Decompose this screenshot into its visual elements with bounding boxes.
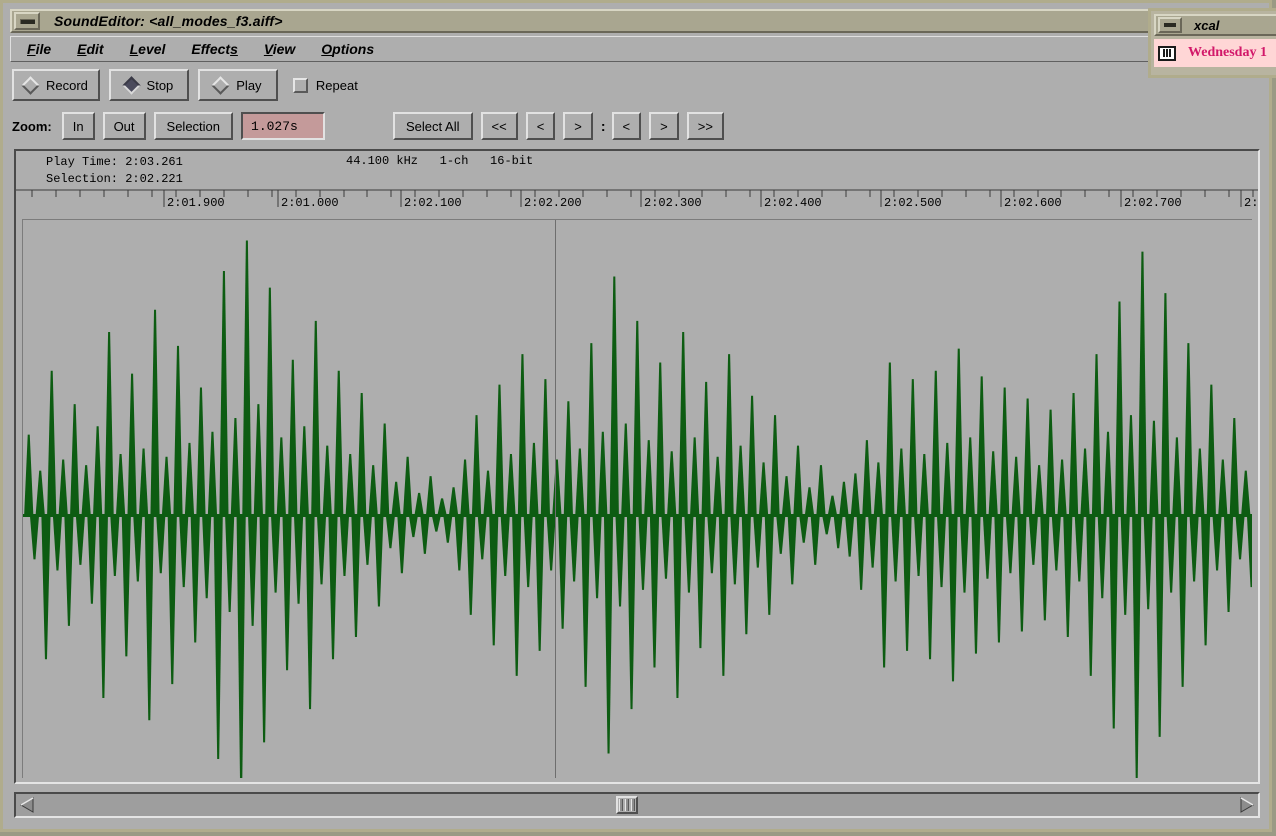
menu-edit[interactable]: Edit [67,39,113,59]
time-ruler[interactable]: 2:01.900 2:01.000 2:02.100 2:02.200 2:02.300… [16,189,1258,219]
info-times: Play Time: 2:03.261 Selection: 2:02.221 [46,154,183,188]
scroll-right-arrow[interactable] [1238,796,1256,814]
sample-rate-value: 44.100 kHz [346,154,419,168]
sel-forward-button[interactable]: > [649,112,679,140]
svg-text:2:01.000: 2:01.000 [281,196,339,210]
record-diamond-icon [21,75,40,95]
calendar-bar [1163,49,1165,57]
zoom-out-button[interactable]: Out [102,112,146,140]
menu-level[interactable]: Level [120,39,176,59]
zoom-label: Zoom: [12,118,52,134]
minimize-dash-icon [1164,23,1176,27]
menu-file-rest: ile [35,41,52,57]
menu-file[interactable]: File [17,39,61,59]
xcal-window: xcal Wednesday 1 [1148,8,1276,78]
svg-text:2:02.400: 2:02.400 [764,196,822,210]
svg-text:2:02.200: 2:02.200 [524,196,582,210]
minimize-dash-icon [19,18,35,24]
checkbox-icon [292,77,308,93]
xcal-date-text: Wednesday 1 [1188,45,1267,60]
svg-text:2:02.: 2:02. [1244,196,1258,210]
menu-options[interactable]: Options [311,39,384,59]
zoom-toolbar: Zoom: In Out Selection 1.027s Select All… [12,107,732,145]
play-time-value: 2:03.261 [125,155,183,169]
waveform-view[interactable] [22,219,1252,778]
calendar-bar [1166,49,1168,57]
nav-separator: : [600,118,606,134]
xcal-window-menu-button[interactable] [1158,17,1182,33]
time-ruler-graphic: 2:01.900 2:01.000 2:02.100 2:02.200 2:02.300… [16,189,1258,210]
svg-text:2:02.700: 2:02.700 [1124,196,1182,210]
svg-text:2:02.300: 2:02.300 [644,196,702,210]
svg-text:2:01.900: 2:01.900 [167,196,225,210]
zoom-value-field[interactable]: 1.027s [241,112,326,140]
zoom-in-button[interactable]: In [61,112,95,140]
svg-text:2:02.100: 2:02.100 [404,196,462,210]
bit-depth-value: 16-bit [490,154,534,168]
horizontal-scrollbar[interactable] [14,792,1260,818]
desktop-root: SoundEditor: <all_modes_f3.aiff> File Ed… [0,0,1276,836]
play-button[interactable]: Play [197,69,278,101]
play-time-label: Play Time: [46,155,119,169]
titlebar: SoundEditor: <all_modes_f3.aiff> [10,9,1262,33]
selection-value: 2:02.221 [125,172,183,186]
calendar-icon [1158,45,1176,61]
menu-effects[interactable]: Effects [181,39,247,59]
triangle-right-icon [1240,797,1254,813]
menu-view[interactable]: View [254,39,305,59]
stop-button-label: Stop [146,77,174,93]
record-button[interactable]: Record [12,69,100,101]
xcal-title: xcal [1194,17,1220,33]
scrollbar-thumb[interactable] [616,796,638,814]
menu-level-rest: evel [138,41,166,57]
thumb-grip-line [631,799,635,811]
waveform-graphic [23,220,1252,778]
calendar-bar [1169,49,1171,57]
info-row: Play Time: 2:03.261 Selection: 2:02.221 4… [16,151,1258,191]
xcal-titlebar: xcal [1154,14,1276,36]
menu-view-rest: iew [272,41,296,57]
info-format: 44.100 kHz 1-ch 16-bit [346,154,533,168]
record-button-label: Record [46,77,88,93]
svg-text:2:02.500: 2:02.500 [884,196,942,210]
repeat-checkbox[interactable]: Repeat [292,77,358,93]
nav-rewind-button[interactable]: < [525,112,556,140]
menu-edit-rest: dit [86,41,104,57]
window-menu-button[interactable] [14,12,40,30]
triangle-left-icon [20,797,34,813]
play-time-line: Play Time: 2:03.261 [46,155,183,169]
stop-button[interactable]: Stop [108,69,189,101]
thumb-grip-line [619,799,623,811]
menu-effects-pre: Effect [191,41,231,57]
select-all-button[interactable]: Select All [393,112,473,140]
sel-rewind-button[interactable]: < [611,112,642,140]
zoom-selection-button[interactable]: Selection [153,112,234,140]
transport-toolbar: Record Stop Play Repeat [12,66,358,104]
selection-label: Selection: [46,172,119,186]
window-client-area: SoundEditor: <all_modes_f3.aiff> File Ed… [6,6,1266,826]
window-title: SoundEditor: <all_modes_f3.aiff> [54,13,283,29]
soundeditor-window: SoundEditor: <all_modes_f3.aiff> File Ed… [0,0,1272,832]
play-diamond-icon [211,75,230,95]
nav-forward-button[interactable]: > [563,112,593,140]
selection-line: Selection: 2:02.221 [46,172,183,186]
scroll-left-arrow[interactable] [18,796,36,814]
play-button-label: Play [236,77,262,93]
svg-text:2:02.600: 2:02.600 [1004,196,1062,210]
nav-rewind-all-button[interactable]: << [480,112,518,140]
sound-display-panel: Play Time: 2:03.261 Selection: 2:02.221 4… [14,149,1260,784]
xcal-body[interactable]: Wednesday 1 [1154,39,1276,67]
repeat-label: Repeat [315,77,358,93]
stop-diamond-icon [121,75,141,95]
sel-forward-all-button[interactable]: >> [686,112,724,140]
channels-value: 1-ch [439,154,469,168]
thumb-grip-line [625,799,629,811]
menu-options-rest: ptions [332,41,375,57]
menubar: File Edit Level Effects View Options [10,36,1262,62]
